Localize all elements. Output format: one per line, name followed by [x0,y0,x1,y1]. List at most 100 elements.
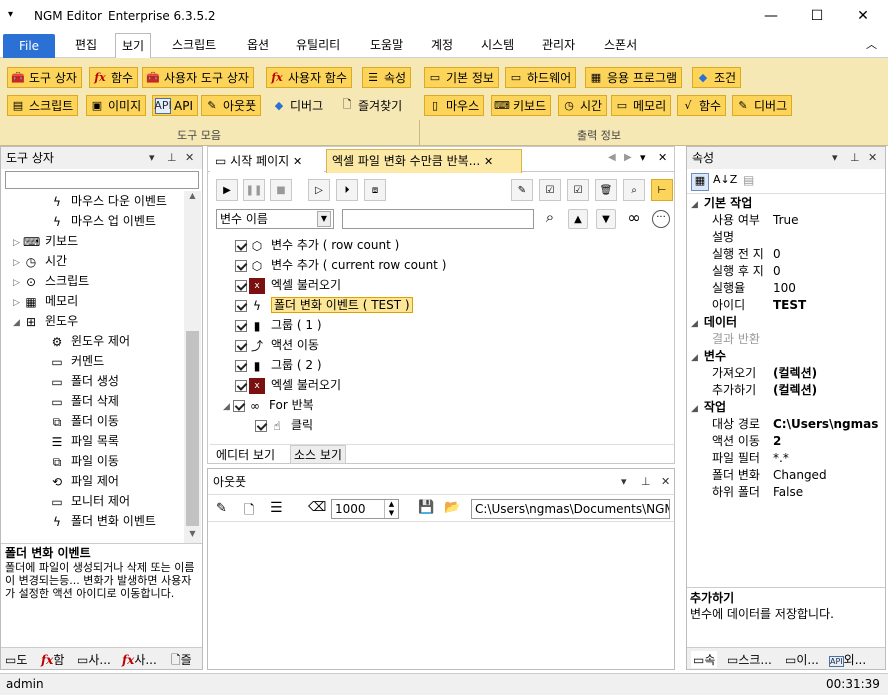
chevron-down-icon[interactable]: ▼ [317,211,331,227]
close-icon[interactable]: ✕ [293,155,302,168]
prop-row[interactable]: 가져오기 (컬렉션) [687,365,884,382]
search-button[interactable]: ⌕ [623,179,645,201]
action-node-for-loop[interactable]: ◢ ∞ For 반복 [223,395,314,415]
keyboard-button[interactable]: ⌨ 키보드 [491,95,552,116]
menu-script[interactable]: 스크립트 [166,35,222,57]
close-icon[interactable]: ✕ [484,155,493,168]
tab-excel-loop[interactable]: 엑셀 파일 변화 수만큼 반복... ✕ [326,149,522,173]
basic-info-button[interactable]: ▭ 기본 정보 [424,67,499,88]
tree-item-script[interactable]: ▷ ⊙ 스크립트 [13,271,89,291]
tree-item-command[interactable]: ▭ 커멘드 [49,351,104,371]
categorized-icon[interactable]: ▦ [691,173,709,191]
tab-toolbox[interactable]: ▭도 [5,651,27,668]
prop-row[interactable]: 실행 전 지0 [687,246,884,263]
function-button[interactable]: fx 함수 [89,67,139,88]
run-from-button[interactable]: ⧈ [364,179,386,201]
checkbox[interactable] [235,339,247,352]
step-button[interactable]: ▷ [308,179,330,201]
menu-options[interactable]: 옵션 [241,35,275,57]
prop-row[interactable]: 사용 여부 True [687,212,884,229]
user-function-button[interactable]: fx 사용자 함수 [266,67,353,88]
dropdown-icon[interactable]: ▾ [832,147,838,169]
script-button[interactable]: ▤ 스크립트 [7,95,79,116]
tree-item-windows[interactable]: ◢ ⊞ 윈도우 [13,311,78,331]
prop-category-task[interactable]: ◢ 작업 [687,399,884,416]
collapse-ribbon-icon[interactable]: ︿ [860,35,883,57]
prop-category-basic[interactable]: ◢ 기본 작업 [687,195,884,212]
stop-button[interactable]: ■ [270,179,292,201]
property-pages-icon[interactable]: ▤ [743,173,754,187]
condition-button[interactable]: ◆ 조건 [692,67,742,88]
prop-row[interactable]: 실행율 100 [687,280,884,297]
more-icon[interactable]: ··· [652,210,670,228]
action-node-excel-load-2[interactable]: x 엑셀 불러오기 [235,375,341,395]
menu-lines-icon[interactable]: ☰ [270,500,283,516]
tab-editor-view[interactable]: 에디터 보기 [216,446,275,463]
prop-row[interactable]: 추가하기 (컬렉션) [687,382,884,399]
tab-scroll-left-icon[interactable]: ◀ [608,152,616,163]
checkbox[interactable] [235,359,247,372]
prop-row[interactable]: 실행 후 지0 [687,263,884,280]
action-node-action-move[interactable]: ⤴ 액션 이동 [235,335,319,355]
collapse-icon[interactable]: ◢ [691,319,698,329]
time-button[interactable]: ◷ 시간 [558,95,608,116]
close-icon[interactable]: ✕ [658,151,667,164]
move-down-button[interactable]: ▼ [596,209,616,229]
check-button[interactable]: ☑ [567,179,589,201]
tree-item-mouse-up[interactable]: ϟ 마우스 업 이벤트 [49,211,156,231]
tab-script[interactable]: ▭스크... [727,651,772,668]
menu-utility[interactable]: 유틸리티 [290,35,346,57]
count-stepper[interactable]: 1000 ▲ ▼ [331,499,399,519]
tab-properties[interactable]: ▭속 [691,651,718,668]
prop-row[interactable]: 하위 폴더 False [687,484,884,501]
collapse-icon[interactable]: ◢ [691,353,698,363]
toolbox-scrollbar[interactable]: ▲ ▼ [184,191,201,543]
pause-button[interactable]: ❚❚ [243,179,265,201]
expand-icon[interactable]: ▷ [13,253,23,273]
tree-item-folder-delete[interactable]: ▭ 폴더 삭제 [49,391,119,411]
prop-row[interactable]: 액션 이동 2 [687,433,884,450]
prop-row[interactable]: 폴더 변화 Changed [687,467,884,484]
checkbox[interactable] [233,399,245,412]
tree-item-memory[interactable]: ▷ ▦ 메모리 [13,291,78,311]
collapse-icon[interactable]: ◢ [13,313,23,333]
collapse-icon[interactable]: ◢ [691,404,698,414]
expand-icon[interactable]: ▷ [13,273,23,293]
tab-list-icon[interactable]: ▾ [640,151,646,164]
checkbox[interactable] [235,379,247,392]
scroll-thumb[interactable] [186,331,199,526]
tree-view-button[interactable]: ⊢ [651,179,673,201]
menu-edit[interactable]: 편집 [69,35,103,57]
check-all-button[interactable]: ☑ [539,179,561,201]
tab-favorites[interactable]: 🗋즐 [171,651,192,672]
debug-button[interactable]: ◆ 디버그 [268,95,328,116]
checkbox[interactable] [235,299,247,312]
prop-category-data[interactable]: ◢ 데이터 [687,314,884,331]
memory-button[interactable]: ▭ 메모리 [611,95,672,116]
tree-item-window-control[interactable]: ⚙ 윈도우 제어 [49,331,130,351]
menu-account[interactable]: 계정 [425,35,459,57]
dropdown-icon[interactable]: ▾ [149,147,155,169]
action-node-group-1[interactable]: ▮ 그룹 ( 1 ) [235,315,322,335]
minimize-button[interactable]: — [748,0,794,31]
menu-view[interactable]: 보기 [115,33,152,59]
maximize-button[interactable]: ☐ [794,0,840,31]
infinity-icon[interactable]: ∞ [622,208,646,230]
ribbon-function-button[interactable]: √ 함수 [677,95,727,116]
action-node-var-add-current[interactable]: ⬡ 변수 추가 ( current row count ) [235,255,446,275]
prop-category-variable[interactable]: ◢ 변수 [687,348,884,365]
tab-function[interactable]: fx함 [41,651,64,668]
output-path-field[interactable]: C:\Users\ngmas\Documents\NGM6\ [471,499,670,519]
app-menu-icon[interactable]: ▾ [8,9,13,20]
run-button[interactable]: ▶ [216,179,238,201]
hardware-button[interactable]: ▭ 하드웨어 [505,67,577,88]
close-icon[interactable]: ✕ [661,471,670,493]
action-node-group-2[interactable]: ▮ 그룹 ( 2 ) [235,355,322,375]
scroll-down-icon[interactable]: ▼ [184,529,201,543]
action-node-var-add-row[interactable]: ⬡ 변수 추가 ( row count ) [235,235,399,255]
tree-item-time[interactable]: ▷ ◷ 시간 [13,251,67,271]
clear-output-icon[interactable]: ✎ [216,501,227,516]
image-button[interactable]: ▣ 이미지 [86,95,147,116]
menu-file[interactable]: File [3,34,55,58]
ribbon-debug-button[interactable]: ✎ 디버그 [732,95,793,116]
